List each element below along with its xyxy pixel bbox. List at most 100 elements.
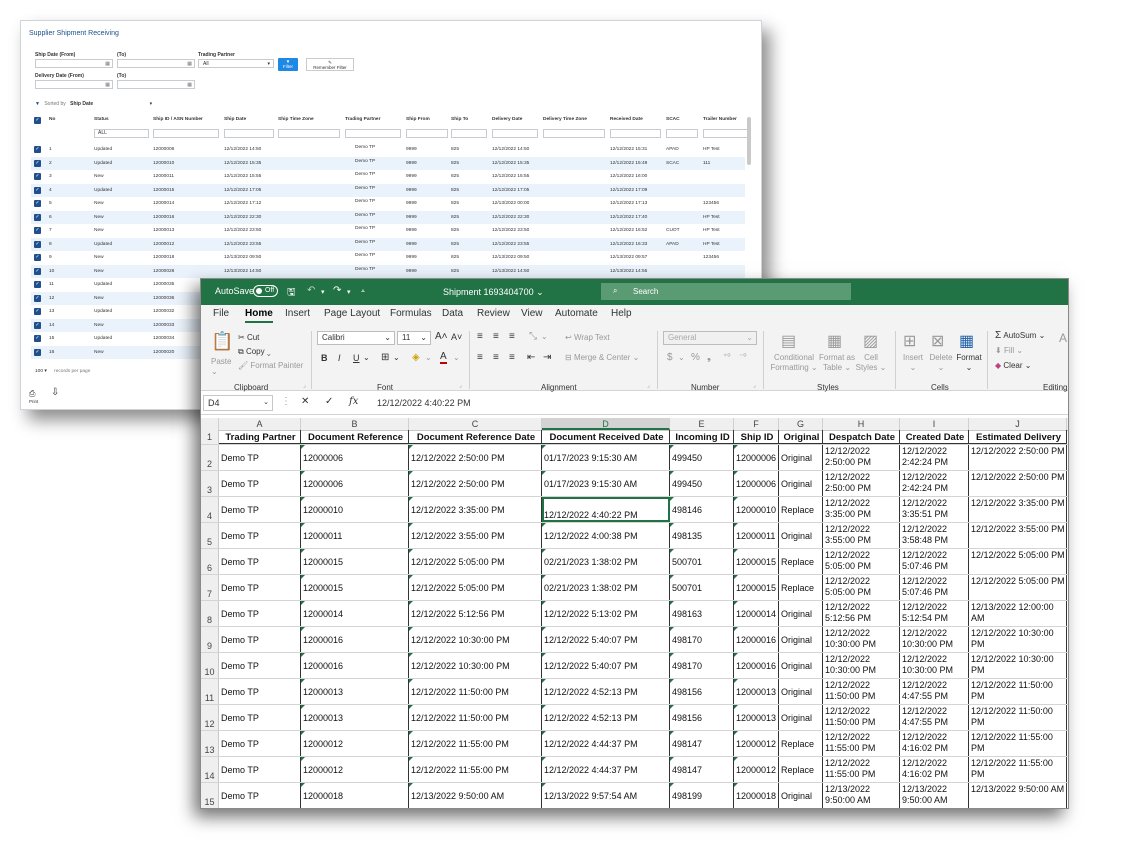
grid-row[interactable]: ✓ 10 New 12000028 12/13/2022 14:50 Demo TP 999… — [31, 264, 745, 278]
decrease-font-icon[interactable]: A˅ — [451, 332, 462, 342]
sheet-cell[interactable]: 12/12/2022 11:55:00 PM — [823, 731, 900, 756]
sheet-cell[interactable]: Original — [779, 471, 823, 496]
sheet-cell[interactable]: 498147 — [670, 731, 734, 756]
sheet-cell[interactable]: 12000011 — [734, 523, 779, 548]
sheet-cell[interactable]: 12/13/2022 9:50:00 AM — [900, 783, 969, 808]
insert-button[interactable]: Insert ⌄ — [901, 353, 925, 373]
calendar-icon[interactable]: ▦ — [105, 82, 110, 88]
sheet-cell[interactable]: 12/12/2022 5:13:02 PM — [542, 601, 670, 626]
sheet-cell[interactable]: 12/12/2022 5:12:54 PM — [900, 601, 969, 626]
sheet-cell[interactable]: 12000010 — [301, 497, 409, 522]
row-number[interactable]: 2 — [201, 445, 219, 470]
sheet-cell[interactable]: 12/12/2022 5:05:00 PM — [409, 575, 542, 600]
sheet-cell[interactable]: Demo TP — [219, 445, 301, 470]
grid-column-header[interactable]: Ship From — [406, 117, 430, 122]
sheet-cell[interactable]: 12000006 — [734, 445, 779, 470]
sheet-cell[interactable]: 12000015 — [734, 575, 779, 600]
sheet-cell[interactable]: 12/12/2022 2:50:00 PM — [969, 445, 1067, 470]
chevron-down-icon[interactable]: ⌄ — [453, 353, 460, 362]
sheet-cell[interactable]: Original — [779, 445, 823, 470]
filter-button[interactable]: ▼ Filter — [278, 58, 298, 71]
copy-button[interactable]: ⧉ Copy ⌄ — [238, 347, 271, 357]
sheet-cell[interactable]: Replace — [779, 575, 823, 600]
paste-icon[interactable]: 📋 — [211, 331, 233, 352]
font-name-select[interactable]: Calibri ⌄ — [317, 331, 395, 345]
sheet-cell[interactable]: 12/12/2022 2:50:00 PM — [409, 471, 542, 496]
chevron-down-icon[interactable]: ⌄ — [211, 367, 218, 376]
select-all-corner[interactable] — [201, 418, 219, 430]
save-icon[interactable]: 🖫 — [287, 285, 296, 302]
row-checkbox[interactable]: ✓ — [34, 267, 41, 275]
dialog-launcher-icon[interactable]: ⌟ — [647, 382, 650, 389]
sheet-cell[interactable]: 499450 — [670, 471, 734, 496]
sheet-cell[interactable]: 12/12/2022 3:35:51 PM — [900, 497, 969, 522]
sheet-cell[interactable]: 12/12/2022 4:16:02 PM — [900, 757, 969, 782]
sheet-cell[interactable]: Demo TP — [219, 679, 301, 704]
sheet-cell[interactable]: 12/12/2022 5:05:00 PM — [823, 549, 900, 574]
sheet-cell[interactable]: 12/13/2022 9:57:54 AM — [542, 783, 670, 808]
sheet-cell[interactable]: 12/12/2022 4:00:38 PM — [542, 523, 670, 548]
sheet-cell[interactable]: Replace — [779, 497, 823, 522]
row-number[interactable]: 13 — [201, 731, 219, 756]
chevron-down-icon[interactable]: ⌄ — [393, 353, 400, 362]
name-box[interactable]: D4 ⌄ — [203, 395, 273, 411]
grid-row[interactable]: ✓ 4 Updated 12000015 12/12/2022 17:05 Demo TP… — [31, 183, 745, 197]
sheet-cell[interactable]: 12/12/2022 10:30:00 PM — [823, 627, 900, 652]
column-header[interactable]: I — [900, 418, 969, 430]
align-middle-icon[interactable]: ≡ — [493, 331, 499, 342]
italic-icon[interactable]: I — [338, 353, 341, 363]
cell-styles-button[interactable]: Cell Styles ⌄ — [853, 353, 889, 373]
sheet-cell[interactable]: 12/13/2022 12:00:00 AM — [969, 601, 1067, 626]
align-right-icon[interactable]: ≡ — [509, 352, 515, 363]
sheet-cell[interactable]: Demo TP — [219, 653, 301, 678]
sheet-cell[interactable]: 12000010 — [734, 497, 779, 522]
grid-column-header[interactable]: Ship Time Zone — [278, 117, 314, 122]
header-cell[interactable]: Document Received Date — [542, 430, 670, 444]
sheet-cell[interactable]: 12000006 — [301, 471, 409, 496]
ribbon-tab[interactable]: Formulas — [390, 308, 432, 319]
sheet-cell[interactable]: 12000014 — [734, 601, 779, 626]
sheet-cell[interactable]: 12/12/2022 10:30:00 PM — [900, 627, 969, 652]
fill-button[interactable]: ⬇ Fill ⌄ — [995, 346, 1023, 355]
sheet-cell[interactable]: 12/12/2022 11:55:00 PM — [409, 731, 542, 756]
row-checkbox[interactable]: ✓ — [34, 308, 41, 315]
grid-column-header[interactable]: Delivery Time Zone — [543, 117, 587, 122]
sheet-cell[interactable]: Replace — [779, 731, 823, 756]
row-checkbox[interactable]: ✓ — [34, 186, 41, 194]
sheet-cell[interactable]: Demo TP — [219, 783, 301, 808]
ribbon-tab[interactable]: Insert — [285, 308, 310, 319]
underline-icon[interactable]: U — [353, 353, 360, 363]
sheet-cell[interactable]: 12/12/2022 11:50:00 PM — [969, 705, 1067, 730]
row-number[interactable]: 6 — [201, 549, 219, 574]
chevron-down-icon[interactable]: ⌄ — [541, 332, 548, 341]
sheet-cell[interactable]: 12000006 — [301, 445, 409, 470]
enter-icon[interactable]: ✓ — [325, 396, 333, 407]
insert-function-icon[interactable]: fx — [349, 396, 358, 407]
percent-icon[interactable]: % — [691, 352, 700, 363]
row-checkbox[interactable]: ✓ — [34, 281, 41, 288]
sheet-cell[interactable]: Demo TP — [219, 549, 301, 574]
number-format-select[interactable]: General ⌄ — [663, 331, 757, 345]
sheet-cell[interactable]: Demo TP — [219, 471, 301, 496]
grid-column-filter[interactable] — [492, 129, 538, 138]
sort-filter-icon[interactable]: A — [1059, 331, 1067, 345]
sheet-cell[interactable]: 12000012 — [734, 731, 779, 756]
column-header[interactable]: B — [301, 418, 409, 430]
header-cell[interactable]: Document Reference Date — [409, 430, 542, 444]
fill-color-icon[interactable]: ◈ — [412, 352, 420, 363]
sheet-cell[interactable]: Original — [779, 653, 823, 678]
font-size-select[interactable]: 11 ⌄ — [397, 331, 431, 345]
sheet-cell[interactable]: 12/12/2022 2:50:00 PM — [823, 471, 900, 496]
conditional-formatting-button[interactable]: Conditional Formatting ⌄ — [769, 353, 819, 373]
ship-date-from-input[interactable]: ▦ — [35, 59, 113, 68]
trading-partner-select[interactable]: All ▾ — [198, 59, 274, 68]
sheet-cell[interactable]: 12000018 — [734, 783, 779, 808]
row-number[interactable]: 5 — [201, 523, 219, 548]
grid-row[interactable]: ✓ 1 Updated 12000006 12/12/2022 14:50 Demo TP… — [31, 143, 745, 157]
decrease-decimal-icon[interactable]: ⁻⁰ — [739, 352, 746, 361]
calendar-icon[interactable]: ▦ — [105, 61, 110, 67]
align-left-icon[interactable]: ≡ — [477, 352, 483, 363]
grid-row[interactable]: ✓ 5 New 12000014 12/12/2022 17:12 Demo TP 9999… — [31, 197, 745, 211]
column-header[interactable]: G — [779, 418, 823, 430]
header-cell[interactable]: Trading Partner — [219, 430, 301, 444]
